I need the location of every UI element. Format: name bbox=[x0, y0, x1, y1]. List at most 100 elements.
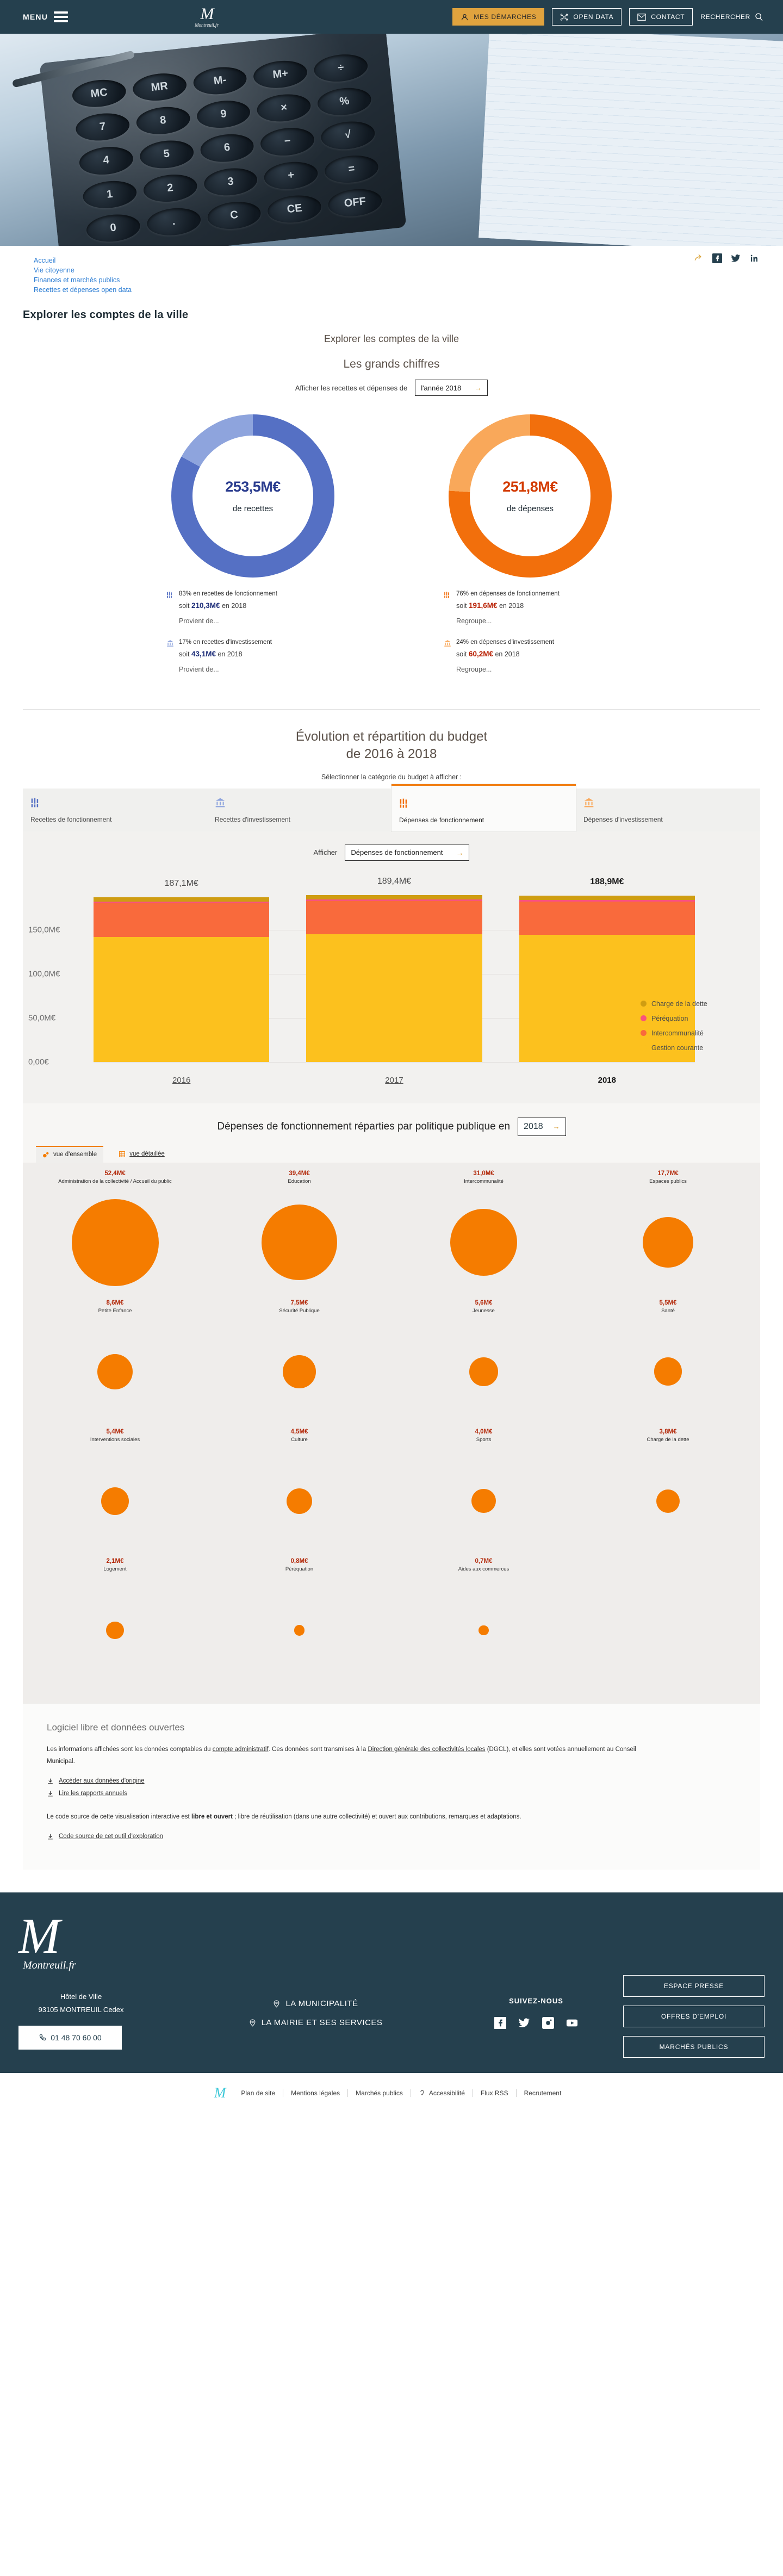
bubble-cell[interactable]: 0,7M€ Aides aux commerces bbox=[391, 1558, 576, 1687]
breadcrumb-link-accueil[interactable]: Accueil bbox=[34, 257, 55, 264]
youtube-icon[interactable] bbox=[566, 2017, 578, 2029]
bubble-cell[interactable]: 5,6M€ Jeunesse bbox=[391, 1300, 576, 1429]
share-icon[interactable] bbox=[694, 253, 704, 263]
footer-button-marches-publics[interactable]: MARCHÉS PUBLICS bbox=[623, 2035, 765, 2058]
search-button[interactable]: RECHERCHER bbox=[700, 13, 763, 21]
bubble-category-label: Administration de la collectivité / Accu… bbox=[58, 1178, 172, 1184]
bar-segment[interactable] bbox=[94, 936, 270, 1062]
tab-vue-ensemble[interactable]: vue d'ensemble bbox=[36, 1145, 104, 1163]
bubble-cell[interactable]: 5,4M€ Interventions sociales bbox=[23, 1429, 207, 1558]
bubble-cell[interactable]: 17,7M€ Espaces publics bbox=[576, 1170, 760, 1300]
bubble-cell[interactable]: 4,5M€ Culture bbox=[207, 1429, 391, 1558]
twitter-icon[interactable] bbox=[731, 253, 741, 263]
x-axis-tick-label[interactable]: 2016 bbox=[94, 1076, 269, 1085]
twitter-icon[interactable] bbox=[518, 2017, 530, 2029]
bubble-cell[interactable]: 5,5M€ Santé bbox=[576, 1300, 760, 1429]
bubble-circle[interactable] bbox=[450, 1209, 518, 1276]
year-select[interactable]: l'année 2018 → bbox=[415, 380, 488, 396]
bottom-link-marches-publics[interactable]: Marchés publics bbox=[347, 2089, 411, 2097]
legend-more-link[interactable]: Regroupe... bbox=[456, 666, 620, 673]
bubble-cell[interactable]: 8,6M€ Petite Enfance bbox=[23, 1300, 207, 1429]
footer-button-offres-emploi[interactable]: OFFRES D'EMPLOI bbox=[623, 2005, 765, 2027]
legend-more-link[interactable]: Provient de... bbox=[179, 617, 343, 625]
bottom-link-mentions-legales[interactable]: Mentions légales bbox=[283, 2089, 347, 2097]
bubble-circle[interactable] bbox=[643, 1217, 693, 1268]
tab-label: vue d'ensemble bbox=[53, 1151, 97, 1158]
footer-phone-button[interactable]: 01 48 70 60 00 bbox=[18, 2025, 122, 2050]
instagram-icon[interactable] bbox=[542, 2016, 554, 2029]
bar-segment[interactable] bbox=[306, 901, 482, 934]
breadcrumb-link-recettes[interactable]: Recettes et dépenses open data bbox=[34, 286, 132, 294]
bubble-circle[interactable] bbox=[97, 1354, 133, 1389]
bottom-link-recrutement[interactable]: Recrutement bbox=[515, 2089, 569, 2097]
bottom-link-accessibilite[interactable]: Accessibilité bbox=[410, 2089, 473, 2097]
x-axis-tick-label[interactable]: 2018 bbox=[519, 1076, 695, 1085]
bubble-value-label: 2,1M€ bbox=[106, 1558, 124, 1565]
facebook-icon[interactable] bbox=[494, 2016, 506, 2029]
bubble-cell[interactable]: 52,4M€ Administration de la collectivité … bbox=[23, 1170, 207, 1300]
bubble-row: 5,4M€ Interventions sociales 4,5M€ Culture 4… bbox=[23, 1429, 760, 1558]
bottom-link-flux-rss[interactable]: Flux RSS bbox=[472, 2089, 516, 2097]
legend-row[interactable]: Péréquation bbox=[641, 1015, 755, 1022]
bubble-cell[interactable]: 4,0M€ Sports bbox=[391, 1429, 576, 1558]
bubble-cell[interactable]: 2,1M€ Logement bbox=[23, 1558, 207, 1687]
tab-recettes-fonctionnement[interactable]: Recettes de fonctionnement bbox=[23, 789, 207, 831]
bubble-year-select[interactable]: 2018 → bbox=[518, 1117, 566, 1136]
site-logo[interactable]: M Montreuil.fr bbox=[175, 0, 239, 34]
bubble-circle[interactable] bbox=[294, 1625, 305, 1636]
bar-segment[interactable] bbox=[306, 895, 482, 899]
legend-row[interactable]: Charge de la dette bbox=[641, 1000, 755, 1008]
bar-column[interactable]: 189,4M€ bbox=[306, 877, 482, 1062]
legend-more-link[interactable]: Regroupe... bbox=[456, 617, 620, 625]
nav-open-data[interactable]: OPEN DATA bbox=[552, 8, 622, 26]
bubble-cell[interactable]: 31,0M€ Intercommunalité bbox=[391, 1170, 576, 1300]
x-axis-tick-label[interactable]: 2017 bbox=[306, 1076, 482, 1085]
bubble-circle[interactable] bbox=[654, 1357, 682, 1386]
bar-segment[interactable] bbox=[94, 897, 270, 902]
footer-nav-municipalite[interactable]: LA MUNICIPALITÉ bbox=[182, 1999, 449, 2008]
breadcrumb-link-finances[interactable]: Finances et marchés publics bbox=[34, 276, 120, 284]
tab-recettes-investissement[interactable]: Recettes d'investissement bbox=[207, 789, 391, 831]
footer-nav-mairie[interactable]: LA MAIRIE ET SES SERVICES bbox=[182, 2018, 449, 2027]
bubble-circle[interactable] bbox=[262, 1205, 337, 1280]
link-code-source[interactable]: Code source de cet outil d'exploration bbox=[47, 1833, 736, 1840]
facebook-icon[interactable] bbox=[712, 253, 722, 263]
link-compte-administratif[interactable]: compte administratif bbox=[213, 1746, 269, 1753]
footer-button-espace-presse[interactable]: ESPACE PRESSE bbox=[623, 1975, 765, 1997]
nav-mes-demarches[interactable]: MES DÉMARCHES bbox=[452, 8, 545, 26]
linkedin-icon[interactable] bbox=[749, 253, 759, 263]
legend-more-link[interactable]: Provient de... bbox=[179, 666, 343, 673]
bubble-circle[interactable] bbox=[656, 1489, 680, 1513]
bubble-cell[interactable]: 0,8M€ Péréquation bbox=[207, 1558, 391, 1687]
bar-segment[interactable] bbox=[519, 902, 695, 935]
bubble-cell[interactable]: 39,4M€ Education bbox=[207, 1170, 391, 1300]
tab-depenses-investissement[interactable]: Dépenses d'investissement bbox=[576, 789, 760, 831]
bubble-cell[interactable]: 3,8M€ Charge de la dette bbox=[576, 1429, 760, 1558]
legend-row[interactable]: Intercommunalité bbox=[641, 1029, 755, 1037]
bubble-circle[interactable] bbox=[287, 1488, 312, 1514]
link-donnees-origine[interactable]: Accéder aux données d'origine bbox=[47, 1778, 736, 1785]
breadcrumb-link-vie-citoyenne[interactable]: Vie citoyenne bbox=[34, 266, 74, 274]
tab-depenses-fonctionnement[interactable]: Dépenses de fonctionnement bbox=[391, 784, 576, 831]
bubble-circle[interactable] bbox=[471, 1489, 496, 1513]
afficher-select[interactable]: Dépenses de fonctionnement → bbox=[345, 844, 470, 861]
bar-segment[interactable] bbox=[306, 934, 482, 1062]
bubble-circle[interactable] bbox=[283, 1355, 316, 1388]
link-rapports-annuels[interactable]: Lire les rapports annuels bbox=[47, 1790, 736, 1797]
nav-contact[interactable]: CONTACT bbox=[629, 8, 693, 26]
bottom-link-plan-de-site[interactable]: Plan de site bbox=[233, 2089, 283, 2097]
bubble-circle[interactable] bbox=[101, 1487, 129, 1515]
bubble-circle[interactable] bbox=[71, 1199, 159, 1286]
bubble-circle[interactable] bbox=[469, 1357, 498, 1386]
link-dgcl[interactable]: Direction générale des collectivités loc… bbox=[368, 1746, 485, 1753]
menu-button[interactable]: MENU bbox=[0, 11, 82, 22]
bubble-circle[interactable] bbox=[478, 1625, 489, 1636]
tab-vue-detaillee[interactable]: vue détaillée bbox=[112, 1146, 171, 1162]
bar-segment[interactable] bbox=[519, 895, 695, 901]
bubble-cell[interactable]: 7,5M€ Sécurité Publique bbox=[207, 1300, 391, 1429]
bubble-row: 8,6M€ Petite Enfance 7,5M€ Sécurité Publiqu… bbox=[23, 1300, 760, 1429]
legend-row[interactable]: Gestion courante bbox=[641, 1044, 755, 1052]
bar-column[interactable]: 187,1M€ bbox=[94, 879, 270, 1062]
bar-segment[interactable] bbox=[94, 903, 270, 937]
bubble-circle[interactable] bbox=[106, 1622, 124, 1640]
